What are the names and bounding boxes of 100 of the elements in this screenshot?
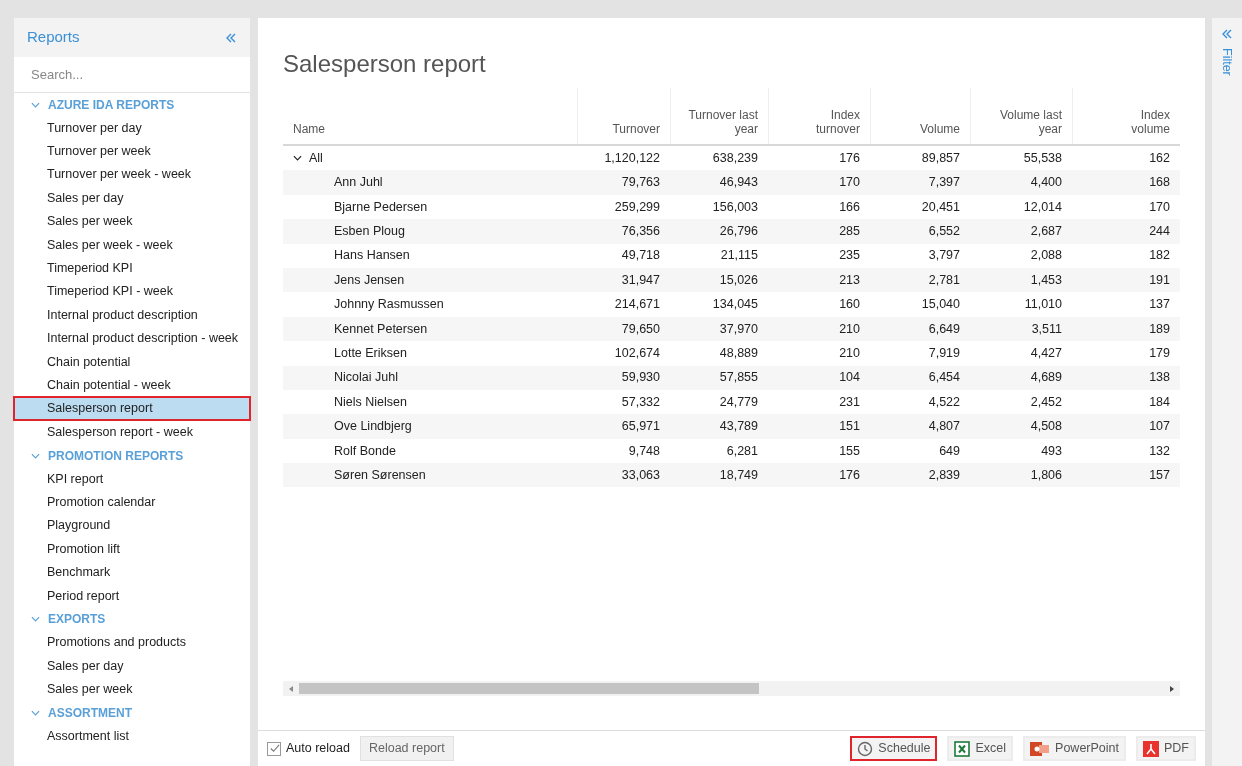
table-cell-text: 37,970 [718,320,759,338]
column-header[interactable]: Name [293,122,325,136]
table-cell-text: 2,839 [927,466,961,484]
slides-icon [1030,740,1051,757]
table-cell-text: 191 [1148,271,1171,289]
spreadsheet-icon [954,740,971,757]
table-cell-text: 43,789 [718,418,759,436]
table-cell-text: 26,796 [718,223,759,240]
table-cell-text: 49,718 [620,247,661,265]
table-cell-text: 137 [1148,296,1171,314]
table-cell-text: 155 [838,442,861,460]
table-cell-text: 31,947 [620,271,661,289]
table-cell-text: 168 [1148,174,1171,192]
table-cell-text: Nicolai Juhl [333,369,399,387]
sidebar-item[interactable]: Internal product description [14,303,250,327]
column-header[interactable]: Index volume [1100,108,1170,136]
sidebar-item[interactable]: Turnover per week [14,139,250,164]
column-header[interactable]: Index turnover [790,108,860,136]
sidebar-item[interactable]: KPI report [14,467,250,491]
table-cell-text: Esben Ploug [333,223,406,240]
export-button[interactable]: Excel [947,736,1014,761]
auto-reload-checkbox[interactable]: Auto reload [267,739,350,758]
sidebar-item[interactable]: Turnover per day [14,116,250,140]
sidebar-item[interactable]: Playground [14,514,250,538]
sidebar-item[interactable]: Promotions and products [14,631,250,655]
table-cell-text: 2,088 [1029,247,1063,265]
table-cell-text: 4,807 [927,418,961,436]
table-cell-text: 65,971 [620,418,661,436]
export-button[interactable]: PowerPoint [1023,736,1126,761]
sidebar-item[interactable]: Promotion calendar [14,490,250,515]
table-cell-text: Rolf Bonde [333,442,397,460]
table-cell-text: 15,026 [718,271,759,289]
column-header[interactable]: Volume [890,122,960,136]
table-cell-text: 134,045 [711,296,759,314]
table-cell-text: 15,040 [920,296,961,314]
table-cell-text: All [309,149,323,167]
sidebar-item[interactable]: Chain potential [14,350,250,374]
table-cell-text: 4,689 [1029,369,1063,387]
table-cell-text: 182 [1148,247,1171,265]
search-field[interactable]: Search... [14,57,250,93]
sidebar-item[interactable]: Timeperiod KPI - week [14,280,250,304]
table-cell-text: 162 [1148,149,1171,167]
scrollbar-thumb[interactable] [299,683,759,694]
expand-icon[interactable] [1221,28,1233,40]
table-cell-text: 7,397 [927,174,961,192]
table-cell-text: Johnny Rasmussen [333,296,445,314]
sidebar-item[interactable]: Timeperiod KPI [14,256,250,281]
column-header[interactable]: Turnover [590,122,660,136]
sidebar-item[interactable]: Benchmark [14,560,250,585]
horizontal-scrollbar[interactable] [283,681,1180,696]
sidebar-item[interactable]: Chain potential - week [14,373,250,398]
table-cell-text: 11,010 [1023,296,1063,314]
export-button[interactable]: Schedule [850,736,938,761]
sidebar-item[interactable]: Salesperson report [14,397,250,421]
sidebar-item[interactable]: Sales per day [14,654,250,678]
sidebar-item[interactable]: Turnover per week - week [14,163,250,187]
table-cell-text: 12,014 [1022,198,1063,216]
reload-button[interactable]: Reload report [359,736,454,761]
sidebar-item[interactable]: Period report [14,584,250,608]
table-cell-text: 102,674 [613,344,661,362]
table-cell-text: 46,943 [718,174,759,192]
column-header[interactable]: Turnover last year [688,108,758,136]
table-cell-text: 104 [838,369,861,387]
table-cell-text: 649 [938,442,961,460]
column-header[interactable]: Volume last year [992,108,1062,136]
chevron-icon[interactable] [293,155,302,162]
table-cell-text: 18,749 [718,466,759,484]
sidebar-item[interactable]: Sales per week [14,209,250,234]
report-title: Salesperson report [282,49,487,79]
table-cell-text: 166 [838,198,861,216]
table-cell-text: 176 [838,466,861,484]
table-cell-text: 89,857 [920,149,961,167]
table-cell-text: 259,299 [613,198,661,216]
table-cell-text: 33,063 [620,466,661,484]
table-cell-text: 4,508 [1029,418,1063,436]
sidebar-item[interactable]: Salesperson report - week [14,420,250,444]
sidebar-item[interactable]: Sales per day [14,186,250,210]
table-cell-text: 210 [838,320,861,338]
sidebar-item[interactable]: Sales per week [14,677,250,702]
table-cell-text: 4,427 [1029,344,1063,362]
table-cell-text: 213 [838,271,861,289]
table-cell-text: 3,511 [1030,320,1063,338]
sidebar-item[interactable]: Assortment list [14,724,250,748]
table-cell-text: 210 [838,344,861,362]
sidebar-item[interactable]: Promotion lift [14,537,250,561]
table-cell-text: 4,400 [1029,174,1063,192]
table-cell-text: 170 [838,174,861,192]
sidebar-item[interactable]: Internal product description - week [14,326,250,351]
table-cell-text: 59,930 [620,369,661,387]
table-cell-text: 6,454 [927,369,961,387]
table-cell-text: 160 [838,296,861,314]
checkbox-icon[interactable] [267,741,281,756]
table-cell-text: Søren Sørensen [333,466,427,484]
sidebar-item[interactable]: Sales per week - week [14,233,250,257]
table-cell-text: 76,356 [620,223,661,240]
table-cell-text: 285 [838,223,861,240]
export-button[interactable]: PDF [1136,736,1196,761]
table-cell-text: 156,003 [711,198,759,216]
collapse-icon[interactable] [225,31,237,44]
table-cell-text: 21,115 [719,247,759,265]
